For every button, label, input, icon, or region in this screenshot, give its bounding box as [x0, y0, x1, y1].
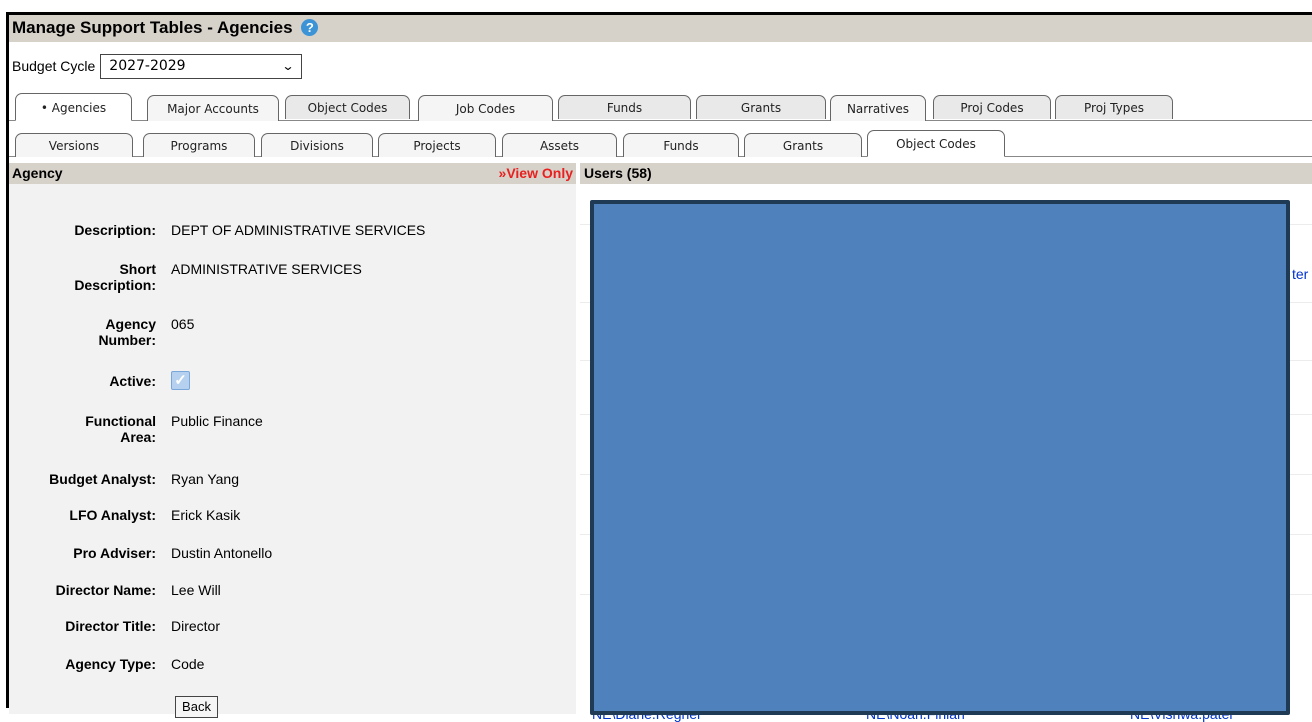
field-value: ADMINISTRATIVE SERVICES: [171, 261, 362, 277]
tab-proj-codes[interactable]: Proj Codes: [933, 95, 1051, 119]
tab-agencies[interactable]: • Agencies: [15, 93, 132, 121]
field-value: Director: [171, 618, 221, 634]
field-label: Agency Type:: [65, 656, 156, 672]
tab-versions[interactable]: Versions: [15, 133, 133, 157]
tab-funds[interactable]: Funds: [558, 95, 691, 119]
field-value: 065: [171, 316, 195, 332]
primary-tab-row: • Agencies Major Accounts Object Codes J…: [9, 93, 1312, 121]
tab-funds-2[interactable]: Funds: [623, 133, 739, 157]
field-label: Functional Area:: [85, 413, 156, 445]
field-value: Code: [171, 656, 205, 672]
field-label: Director Title:: [65, 618, 156, 634]
field-value: Ryan Yang: [171, 471, 239, 487]
agency-panel-header: Agency »View Only: [9, 163, 576, 184]
budget-cycle-value: 2027-2029: [109, 58, 186, 74]
budget-cycle-row: Budget Cycle 2027-2029 ⌄: [12, 53, 303, 79]
tab-job-codes[interactable]: Job Codes: [418, 95, 553, 121]
tab-divisions[interactable]: Divisions: [261, 133, 373, 157]
tab-projects[interactable]: Projects: [378, 133, 496, 157]
tab-grants-2[interactable]: Grants: [744, 133, 862, 157]
field-value: Dustin Antonello: [171, 545, 273, 561]
tab-major-accounts[interactable]: Major Accounts: [147, 95, 279, 121]
chevron-down-icon: ⌄: [281, 59, 295, 73]
checkmark-icon: ✓: [171, 371, 190, 390]
users-panel-title: Users (58): [584, 165, 652, 181]
field-value: Public Finance: [171, 413, 263, 429]
budget-cycle-label: Budget Cycle: [12, 58, 96, 74]
help-icon[interactable]: ?: [301, 19, 319, 36]
field-label: Description:: [74, 222, 156, 238]
users-panel-header: Users (58): [580, 163, 1312, 184]
field-value: Erick Kasik: [171, 507, 241, 523]
app-frame: Manage Support Tables - Agencies ? Budge…: [6, 12, 1312, 722]
tab-object-codes-2[interactable]: Object Codes: [867, 130, 1005, 157]
field-label: Director Name:: [55, 582, 156, 598]
tab-grants[interactable]: Grants: [696, 95, 826, 119]
redaction-overlay: [590, 200, 1290, 715]
field-value: DEPT OF ADMINISTRATIVE SERVICES: [171, 222, 426, 238]
field-label: Active:: [109, 373, 156, 389]
agency-panel-title: Agency: [12, 165, 63, 181]
tab-programs[interactable]: Programs: [143, 133, 255, 157]
field-label: Agency Number:: [98, 316, 156, 348]
user-link-partial[interactable]: ter: [1292, 266, 1308, 282]
field-label: Budget Analyst:: [49, 471, 156, 487]
field-label: Pro Adviser:: [73, 545, 156, 561]
page-title-bar: Manage Support Tables - Agencies ?: [9, 15, 1312, 42]
tab-object-codes[interactable]: Object Codes: [285, 95, 410, 119]
field-label: LFO Analyst:: [69, 507, 156, 523]
active-checkbox[interactable]: ✓: [171, 371, 190, 390]
tab-assets[interactable]: Assets: [502, 133, 617, 157]
secondary-tab-row: Versions Programs Divisions Projects Ass…: [9, 130, 1312, 157]
field-value: Lee Will: [171, 582, 221, 598]
agency-details-panel: Description: DEPT OF ADMINISTRATIVE SERV…: [9, 184, 576, 718]
users-panel: ter NE\Diane.Regner NE\Noah.Finlan NE\Vi…: [580, 184, 1312, 722]
budget-cycle-select[interactable]: 2027-2029 ⌄: [100, 53, 303, 79]
field-label: Short Description:: [74, 261, 156, 293]
tab-proj-types[interactable]: Proj Types: [1055, 95, 1173, 119]
view-only-link[interactable]: »View Only: [499, 165, 573, 181]
tab-narratives[interactable]: Narratives: [830, 95, 926, 121]
page-title: Manage Support Tables - Agencies: [12, 18, 293, 37]
back-button[interactable]: Back: [175, 696, 218, 718]
